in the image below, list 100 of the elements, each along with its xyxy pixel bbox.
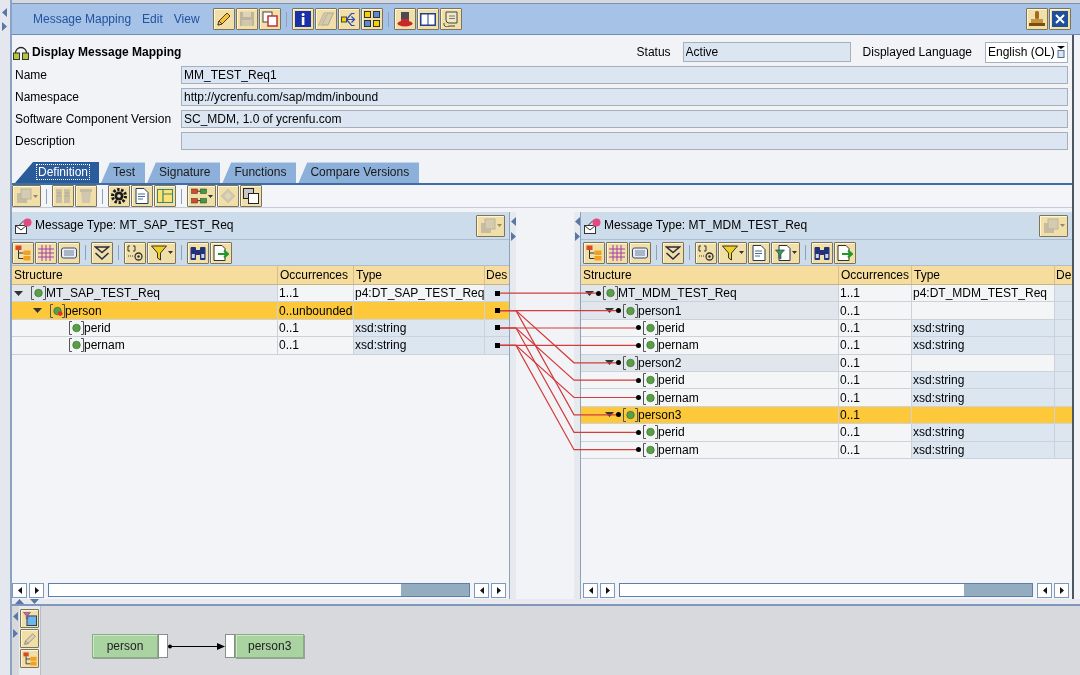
menu-item[interactable]: View [168, 11, 205, 27]
connector-icon[interactable] [636, 377, 641, 383]
toolbar-button[interactable] [834, 241, 856, 264]
connector-icon[interactable] [636, 395, 641, 401]
toolbar-button[interactable] [748, 241, 770, 264]
scroll-right-button[interactable] [600, 582, 615, 598]
input-field[interactable] [181, 132, 1068, 150]
status-field[interactable]: Active [682, 42, 851, 62]
caret-down-icon[interactable] [585, 290, 594, 296]
toolbar-button[interactable] [629, 241, 651, 264]
tab[interactable]: Compare Versions [298, 162, 420, 183]
triangle-left-icon[interactable] [2, 8, 7, 17]
mapping-node[interactable]: person3 [235, 634, 305, 658]
triangle-right-icon[interactable] [574, 232, 580, 241]
toolbar-button[interactable] [718, 241, 747, 264]
node-port[interactable] [225, 634, 235, 658]
tree-row[interactable]: person 0..unbounded [12, 302, 509, 320]
scrollbar-thumb[interactable] [401, 584, 469, 596]
caret-down-icon[interactable] [33, 308, 42, 314]
mapping-node[interactable]: person [92, 634, 158, 658]
connector-icon[interactable] [636, 447, 641, 453]
close-button[interactable] [1049, 8, 1071, 30]
toolbar-button[interactable] [393, 8, 416, 30]
caret-down-icon[interactable] [605, 412, 614, 418]
connector-icon[interactable] [596, 290, 601, 296]
input-field[interactable]: MM_TEST_Req1 [181, 66, 1068, 84]
toolbar-button[interactable] [147, 241, 176, 264]
node-label: perid [84, 319, 111, 336]
tree-row[interactable]: person1 0..1 [581, 302, 1072, 320]
toolbar-button[interactable] [187, 241, 209, 264]
triangle-left-icon[interactable] [510, 217, 516, 226]
caret-icon [1059, 224, 1065, 227]
connector-icon[interactable] [616, 308, 621, 314]
scroll-right-button[interactable] [491, 582, 506, 598]
toolbar-button[interactable] [771, 241, 800, 264]
scrollbar-thumb[interactable] [964, 584, 1032, 596]
horizontal-scrollbar[interactable] [619, 583, 1033, 597]
language-dropdown[interactable]: English (OL) [985, 41, 1068, 63]
caret-down-icon[interactable] [605, 360, 614, 366]
tree-row[interactable]: pernam 0..1 xsd:string [581, 337, 1072, 355]
toolbar-button[interactable] [811, 241, 833, 264]
node-port[interactable] [158, 634, 168, 658]
tab[interactable]: Functions [222, 162, 297, 183]
tree-row[interactable]: pernam 0..1 xsd:string [12, 337, 509, 355]
tab[interactable]: Signature [147, 162, 221, 183]
toolbar-button[interactable] [131, 185, 153, 207]
input-field[interactable]: SC_MDM, 1.0 of ycrenfu.com [181, 110, 1068, 128]
triangle-left-icon[interactable] [13, 612, 18, 621]
tree-row[interactable]: MT_SAP_TEST_Req 1..1 p4:DT_SAP_TEST_Req [12, 285, 509, 303]
frame-icon [632, 244, 648, 261]
triangle-left-icon[interactable] [574, 217, 580, 226]
menu-item[interactable]: Message Mapping [28, 11, 137, 27]
toolbar-button[interactable] [1026, 8, 1048, 30]
connector-icon[interactable] [495, 290, 500, 296]
scroll-left-button[interactable] [474, 582, 489, 598]
connector-icon[interactable] [636, 429, 641, 435]
toolbar-button[interactable] [416, 8, 439, 30]
tab[interactable]: Test [101, 162, 146, 183]
toolbar-button[interactable] [695, 241, 717, 264]
caret-down-icon[interactable] [14, 290, 23, 296]
toolbar-button[interactable] [337, 8, 360, 30]
input-field[interactable]: http://ycrenfu.com/sap/mdm/inbound [181, 88, 1068, 106]
connector-icon[interactable] [636, 325, 641, 331]
connector-icon[interactable] [495, 308, 500, 314]
connector-icon[interactable] [636, 342, 641, 348]
toolbar-button[interactable] [212, 8, 235, 30]
toolbar-button[interactable] [12, 241, 34, 264]
triangle-right-icon[interactable] [13, 629, 18, 638]
triangle-right-icon[interactable] [2, 22, 7, 31]
connector-icon[interactable] [495, 325, 500, 331]
tree-row[interactable]: pernam 0..1 xsd:string [581, 389, 1072, 407]
scroll-left-button[interactable] [12, 582, 27, 598]
triangle-down-icon[interactable] [30, 599, 39, 604]
toolbar-button[interactable] [124, 241, 146, 264]
connector-icon[interactable] [616, 412, 621, 418]
tree-row[interactable]: MT_MDM_TEST_Req 1..1 p4:DT_MDM_TEST_Req [581, 285, 1072, 303]
scroll-right-button[interactable] [29, 582, 44, 598]
scroll-left-button[interactable] [1037, 582, 1052, 598]
toolbar-button[interactable] [187, 185, 216, 207]
toolbar-button[interactable] [360, 8, 383, 30]
caret-down-icon[interactable] [605, 308, 614, 314]
horizontal-scrollbar[interactable] [48, 583, 470, 597]
tab[interactable]: Definition [15, 162, 100, 183]
toolbar-button[interactable] [662, 241, 684, 264]
connector-icon[interactable] [616, 360, 621, 366]
toolbar-button[interactable] [108, 185, 130, 207]
connector-icon[interactable] [495, 342, 500, 348]
triangle-up-icon[interactable] [15, 599, 24, 604]
toolbar-button[interactable] [583, 241, 605, 264]
toolbar-button[interactable] [240, 185, 262, 207]
tree-row[interactable]: perid 0..1 xsd:string [581, 424, 1072, 442]
scroll-left-button[interactable] [583, 582, 598, 598]
triangle-right-icon[interactable] [510, 232, 516, 241]
toolbar-button[interactable] [210, 241, 232, 264]
scroll-right-button[interactable] [1054, 582, 1069, 598]
menu-item[interactable]: Edit [137, 11, 168, 27]
toolbar-button[interactable] [291, 8, 314, 30]
toolbar-button[interactable] [91, 241, 113, 264]
toolbar-button[interactable] [20, 609, 39, 628]
toolbar-button[interactable] [58, 241, 80, 264]
